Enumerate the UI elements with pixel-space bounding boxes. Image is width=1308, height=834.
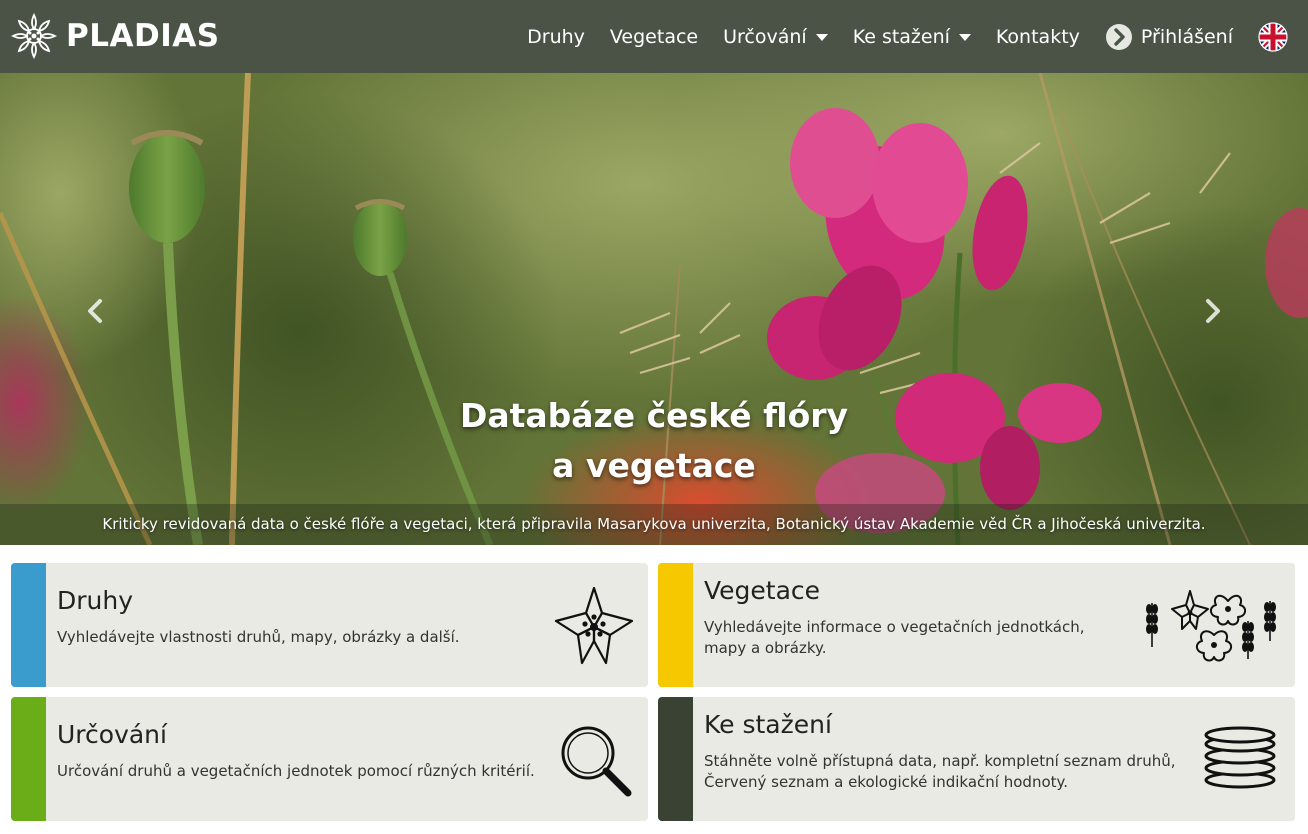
uk-flag-icon[interactable] bbox=[1258, 21, 1288, 52]
card-description: Stáhněte volně přístupná data, např. kom… bbox=[704, 752, 1176, 791]
card-accent-bar bbox=[658, 563, 693, 687]
nav-vegetace[interactable]: Vegetace bbox=[610, 26, 698, 48]
nav-kontakty-label: Kontakty bbox=[995, 25, 1080, 48]
hero-carousel: Databáze české flóry a vegetace Kriticky… bbox=[0, 73, 1308, 545]
main-nav: Druhy Vegetace Určování Ke stažení Konta… bbox=[527, 0, 1308, 73]
brand-link[interactable]: PLADIAS bbox=[10, 12, 220, 60]
nav-druhy-label: Druhy bbox=[527, 25, 585, 48]
navbar: PLADIAS Druhy Vegetace Určování Ke staže… bbox=[0, 0, 1308, 73]
card-druhy[interactable]: Druhy Vyhledávejte vlastnosti druhů, map… bbox=[11, 563, 648, 687]
card-title: Určování bbox=[57, 720, 167, 749]
hero-title-line-1: Databáze české flóry bbox=[459, 396, 849, 435]
chevron-left-icon bbox=[88, 299, 102, 323]
caret-down-icon bbox=[958, 34, 971, 41]
nav-vegetace-label: Vegetace bbox=[609, 25, 699, 48]
flower-logo-icon bbox=[10, 12, 58, 60]
card-title: Ke stažení bbox=[704, 710, 832, 739]
nav-urcovani-dropdown[interactable]: Určování bbox=[723, 26, 828, 48]
card-description: Vyhledávejte vlastnosti druhů, mapy, obr… bbox=[57, 628, 460, 646]
nav-urcovani-label: Určování bbox=[723, 25, 807, 48]
carousel-next-button[interactable] bbox=[1198, 291, 1228, 331]
login-button[interactable]: Přihlášení bbox=[1105, 23, 1233, 51]
hero-subtitle: Kriticky revidovaná data o české flóře a… bbox=[0, 504, 1308, 545]
nav-ke-stazeni-dropdown[interactable]: Ke stažení bbox=[853, 26, 971, 48]
card-title: Druhy bbox=[57, 586, 134, 615]
card-vegetace[interactable]: Vegetace Vyhledávejte informace o vegeta… bbox=[658, 563, 1295, 687]
hero-title-line-2: a vegetace bbox=[552, 446, 756, 485]
card-accent-bar bbox=[11, 563, 46, 687]
card-ke-stazeni[interactable]: Ke stažení Stáhněte volně přístupná data… bbox=[658, 697, 1295, 821]
card-accent-bar bbox=[658, 697, 693, 821]
caret-down-icon bbox=[815, 34, 828, 41]
carousel-prev-button[interactable] bbox=[80, 291, 110, 331]
magnifier-icon bbox=[561, 726, 632, 797]
card-description: Vyhledávejte informace o vegetačních jed… bbox=[704, 618, 1085, 657]
chevron-right-icon bbox=[1206, 299, 1220, 323]
flower-icon bbox=[554, 586, 634, 665]
nav-kontakty[interactable]: Kontakty bbox=[996, 26, 1080, 48]
hero-title: Databáze české flóry a vegetace bbox=[0, 391, 1308, 491]
brand-name: PLADIAS bbox=[66, 18, 220, 54]
card-urcovani[interactable]: Určování Určování druhů a vegetačních je… bbox=[11, 697, 648, 821]
card-description: Určování druhů a vegetačních jednotek po… bbox=[57, 762, 535, 780]
nav-druhy[interactable]: Druhy bbox=[527, 26, 585, 48]
database-icon bbox=[1204, 726, 1276, 789]
card-title: Vegetace bbox=[704, 576, 821, 605]
login-label: Přihlášení bbox=[1140, 25, 1233, 48]
login-arrow-icon bbox=[1105, 23, 1132, 50]
nav-ke-stazeni-label: Ke stažení bbox=[852, 25, 950, 48]
card-accent-bar bbox=[11, 697, 46, 821]
vegetation-icon bbox=[1146, 590, 1276, 662]
